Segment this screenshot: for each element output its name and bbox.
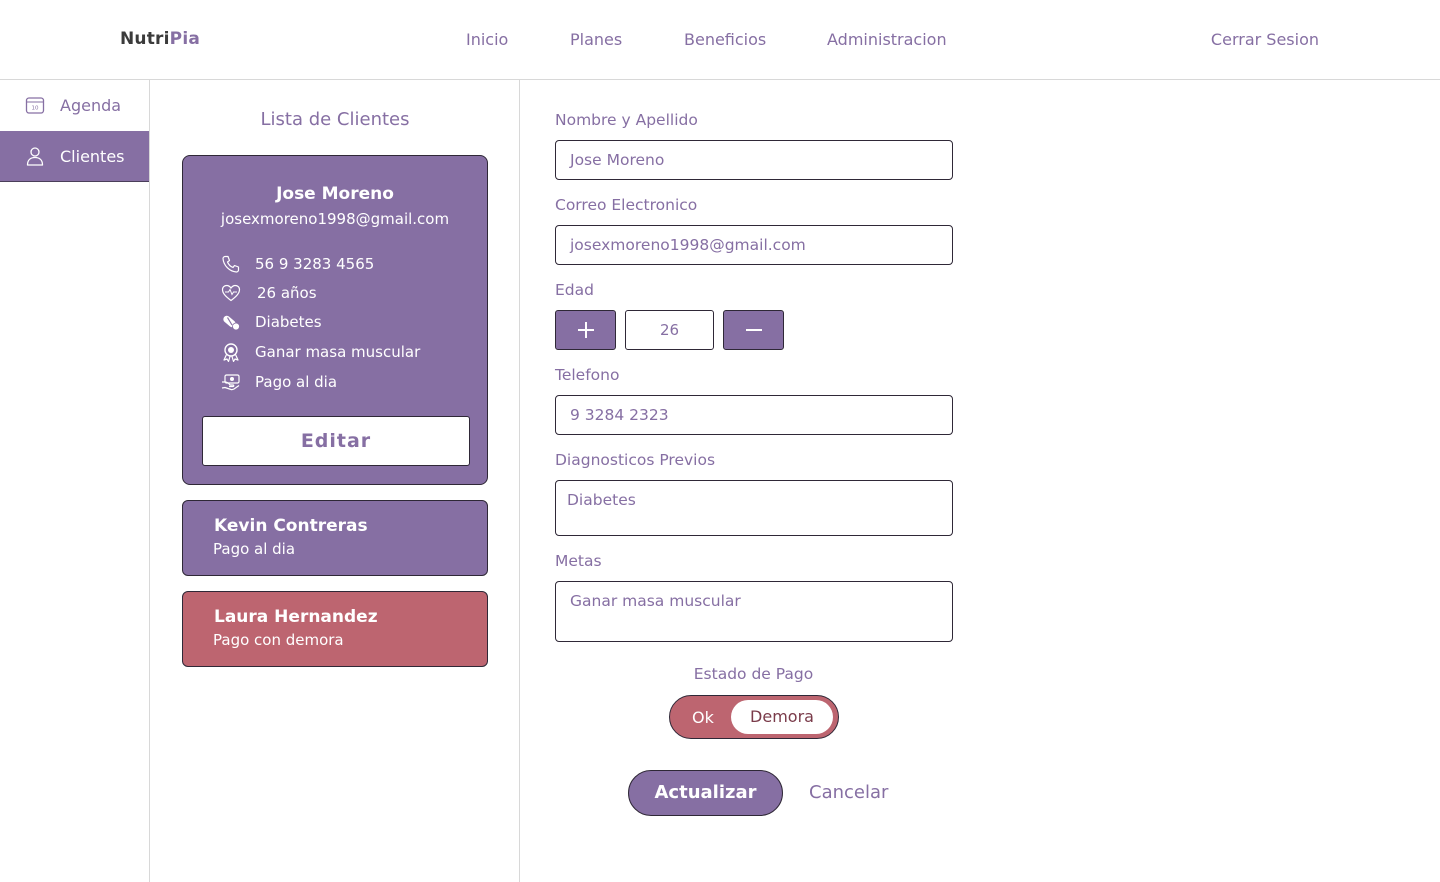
client-email: josexmoreno1998@gmail.com xyxy=(220,210,450,228)
sidebar-item-agenda[interactable]: 10 Agenda xyxy=(0,80,149,131)
diagnosis-field-value: Diabetes xyxy=(567,491,636,509)
phone-icon xyxy=(222,255,240,273)
sidebar-item-label: Agenda xyxy=(60,96,122,115)
client-card-name: Laura Hernandez xyxy=(214,607,378,627)
email-label: Correo Electronico xyxy=(555,196,698,214)
heart-icon xyxy=(221,284,241,302)
goals-field[interactable]: Ganar masa muscular xyxy=(555,581,953,642)
cancel-button[interactable]: Cancelar xyxy=(809,782,888,803)
brand-logo[interactable]: NutriPia xyxy=(120,29,200,49)
plus-icon xyxy=(577,322,594,338)
sidebar-item-label: Clientes xyxy=(60,147,125,166)
client-age-row: 26 años xyxy=(221,282,317,304)
money-hand-icon xyxy=(221,374,240,391)
edit-button[interactable]: Editar xyxy=(202,416,470,466)
logout-link[interactable]: Cerrar Sesion xyxy=(1211,30,1319,49)
goals-field-value: Ganar masa muscular xyxy=(570,592,741,610)
svg-text:10: 10 xyxy=(32,106,39,112)
client-phone-row: 56 9 3283 4565 xyxy=(221,253,374,275)
payment-status-toggle[interactable]: Ok Demora xyxy=(669,695,839,739)
client-name: Jose Moreno xyxy=(276,184,394,204)
client-goal: Ganar masa muscular xyxy=(255,343,421,361)
top-navbar: NutriPia Inicio Planes Beneficios Admini… xyxy=(0,0,1440,80)
goals-label: Metas xyxy=(555,552,602,570)
age-label: Edad xyxy=(555,281,594,299)
client-card-selected[interactable]: Jose Moreno josexmoreno1998@gmail.com 56… xyxy=(182,155,488,485)
age-increment-button[interactable] xyxy=(555,310,616,350)
client-list-title: Lista de Clientes xyxy=(260,109,410,130)
award-icon xyxy=(223,343,239,362)
client-card-status: Pago al dia xyxy=(213,540,296,558)
client-phone: 56 9 3283 4565 xyxy=(255,255,375,273)
client-edit-form: Nombre y Apellido Jose Moreno Correo Ele… xyxy=(520,80,1440,882)
brand-name-part2: Pia xyxy=(169,29,201,49)
diagnosis-label: Diagnosticos Previos xyxy=(555,451,716,469)
client-card-kevin[interactable]: Kevin Contreras Pago al dia xyxy=(182,500,488,576)
pill-icon xyxy=(223,315,240,331)
name-field[interactable]: Jose Moreno xyxy=(555,140,953,180)
phone-label: Telefono xyxy=(555,366,620,384)
client-card-name: Kevin Contreras xyxy=(214,516,368,536)
client-list-panel: Lista de Clientes Jose Moreno josexmoren… xyxy=(150,80,520,882)
nav-link-planes[interactable]: Planes xyxy=(570,30,622,49)
client-card-laura[interactable]: Laura Hernandez Pago con demora xyxy=(182,591,488,667)
payment-status-label: Estado de Pago xyxy=(693,665,814,683)
name-label: Nombre y Apellido xyxy=(555,111,698,129)
minus-icon xyxy=(745,329,762,331)
age-decrement-button[interactable] xyxy=(723,310,784,350)
phone-field-value: 9 3284 2323 xyxy=(570,406,669,424)
update-button[interactable]: Actualizar xyxy=(628,770,783,816)
nav-link-beneficios[interactable]: Beneficios xyxy=(684,30,766,49)
nav-link-administracion[interactable]: Administracion xyxy=(827,30,947,49)
sidebar-item-clientes[interactable]: Clientes xyxy=(0,131,149,182)
age-value[interactable]: 26 xyxy=(625,310,714,350)
payment-option-ok[interactable]: Ok xyxy=(692,708,714,727)
client-payment: Pago al dia xyxy=(255,373,338,391)
brand-name-part1: Nutri xyxy=(120,29,170,49)
client-diagnosis: Diabetes xyxy=(255,313,322,331)
user-icon xyxy=(26,147,44,166)
client-goal-row: Ganar masa muscular xyxy=(221,341,420,363)
nav-link-inicio[interactable]: Inicio xyxy=(466,30,508,49)
calendar-icon: 10 xyxy=(25,97,45,114)
sidebar: 10 Agenda Clientes xyxy=(0,80,150,882)
client-payment-row: Pago al dia xyxy=(221,371,337,393)
name-field-value: Jose Moreno xyxy=(570,151,665,169)
email-field[interactable]: josexmoreno1998@gmail.com xyxy=(555,225,953,265)
phone-field[interactable]: 9 3284 2323 xyxy=(555,395,953,435)
payment-option-demora[interactable]: Demora xyxy=(731,700,833,734)
client-card-status: Pago con demora xyxy=(213,631,344,649)
email-field-value: josexmoreno1998@gmail.com xyxy=(570,236,806,254)
diagnosis-field[interactable]: Diabetes xyxy=(555,480,953,536)
client-age: 26 años xyxy=(257,284,317,302)
client-diagnosis-row: Diabetes xyxy=(221,311,322,333)
